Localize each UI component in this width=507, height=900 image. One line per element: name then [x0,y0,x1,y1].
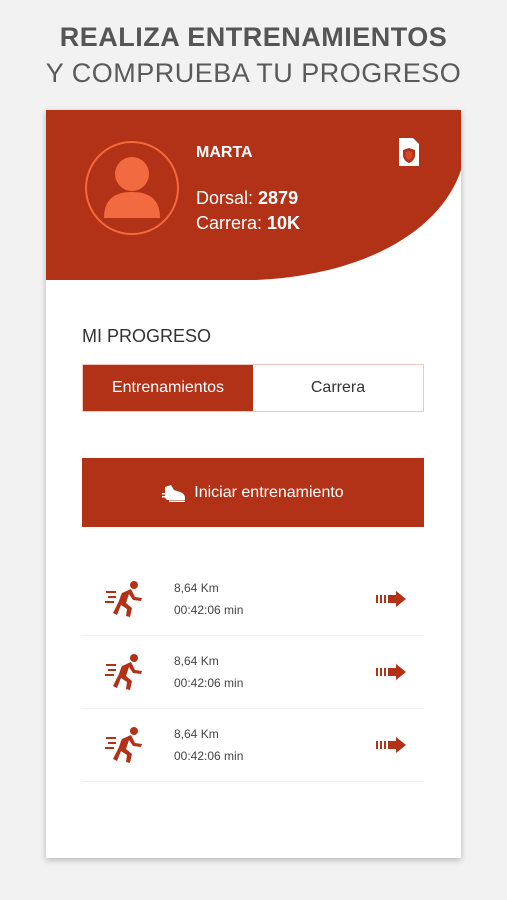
avatar-icon [85,141,179,235]
promo-title: REALIZA ENTRENAMIENTOS [59,22,448,52]
dorsal-label: Dorsal: [196,188,254,208]
progress-title: MI PROGRESO [82,326,212,346]
training-distance: 8,64 Km [174,727,219,741]
arrow-right-icon[interactable] [376,664,406,680]
carrera-info: Carrera: 10K [196,213,300,234]
training-distance: 8,64 Km [174,581,219,595]
carrera-label: Carrera: [196,213,263,233]
tab-entrenamientos[interactable]: Entrenamientos [83,365,253,411]
app-screen: MARTA Dorsal: 2879 Carrera: 10K MI PROGR… [46,110,461,858]
training-time: 00:42:06 min [174,676,244,690]
progress-tabs: Entrenamientos Carrera [82,364,424,412]
promo-subtitle: Y COMPRUEBA TU PROGRESO [45,58,462,88]
runner-icon [105,654,142,690]
training-time: 00:42:06 min [174,749,244,763]
training-distance: 8,64 Km [174,654,219,668]
runner-icon [105,727,142,763]
dorsal-value: 2879 [258,188,299,208]
carrera-value: 10K [267,213,301,233]
dorsal-info: Dorsal: 2879 [196,188,298,209]
training-row[interactable]: 8,64 Km 00:42:06 min [82,636,424,709]
arrow-right-icon[interactable] [376,591,406,607]
arrow-right-icon[interactable] [376,737,406,753]
start-training-label: Iniciar entrenamiento [194,483,344,501]
training-time: 00:42:06 min [174,603,244,617]
runner-icon [105,581,142,617]
runner-name: MARTA [196,144,253,161]
tab-carrera[interactable]: Carrera [253,365,423,411]
document-shield-icon[interactable] [397,136,421,168]
training-row[interactable]: 8,64 Km 00:42:06 min [82,563,424,636]
training-row[interactable]: 8,64 Km 00:42:06 min [82,709,424,782]
training-list: 8,64 Km 00:42:06 min 8,64 Km 00:42:06 mi… [82,563,424,782]
running-shoe-icon [162,484,186,502]
profile-header: MARTA Dorsal: 2879 Carrera: 10K [46,110,461,282]
start-training-button[interactable]: Iniciar entrenamiento [82,458,424,527]
